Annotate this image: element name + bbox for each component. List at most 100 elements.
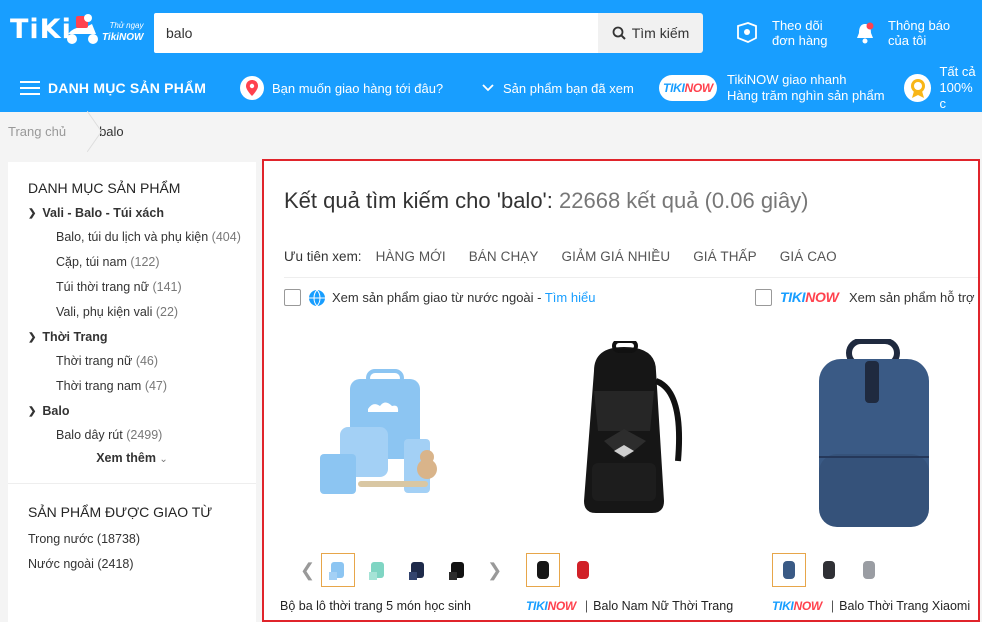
- chevron-left-icon[interactable]: ❮: [300, 560, 315, 581]
- learn-more-link[interactable]: Tìm hiểu: [545, 290, 596, 305]
- viewed-products-label: Sản phẩm bạn đã xem: [503, 80, 634, 96]
- category-group[interactable]: ❯ Vali - Balo - Túi xách: [28, 206, 256, 220]
- category-group[interactable]: ❯ Balo: [28, 404, 256, 418]
- quick-filters: Xem sản phẩm giao từ nước ngoài - Tìm hi…: [284, 289, 980, 309]
- sidebar-origin-title: SẢN PHẨM ĐƯỢC GIAO TỪ: [28, 504, 213, 520]
- category-item-label: Vali, phụ kiện vali: [56, 305, 153, 319]
- chevron-right-icon[interactable]: ❯: [487, 560, 502, 581]
- category-item-label: Thời trang nam: [56, 379, 142, 393]
- sort-option-bestselling[interactable]: BÁN CHẠY: [469, 249, 539, 264]
- breadcrumb: Trang chủ balo: [0, 112, 982, 150]
- categories-menu-button[interactable]: DANH MỤC SẢN PHẨM: [20, 64, 206, 112]
- breadcrumb-home[interactable]: Trang chủ: [0, 124, 66, 139]
- category-group-label: Balo: [42, 404, 70, 418]
- tikinow-promo[interactable]: Thử ngay TikiNOW: [102, 21, 143, 43]
- results-title-count: 22668 kết quả (0.06 giây): [559, 188, 809, 213]
- filter-sidebar: DANH MỤC SẢN PHẨM ❯ Vali - Balo - Túi xác…: [8, 162, 256, 622]
- product-thumbnail[interactable]: [852, 553, 886, 587]
- tikinow-filter-checkbox[interactable]: [755, 289, 772, 306]
- search-input[interactable]: [154, 13, 598, 53]
- category-item-count: (47): [144, 379, 168, 393]
- origin-filter-count: (2418): [97, 557, 134, 571]
- tikinow-nav-item[interactable]: TIKINOW TikiNOW giao nhanh Hàng trăm nghì…: [659, 64, 885, 112]
- tikinow-product-logo: TIKINOW: [526, 599, 576, 613]
- breadcrumb-current: balo: [99, 123, 124, 139]
- category-tree: ❯ Vali - Balo - Túi xách Balo, túi du lịc…: [8, 206, 256, 443]
- tikinow-product-logo-ti: TIKI: [772, 599, 794, 613]
- tikinow-filter-logo-ti: TIKI: [780, 289, 806, 305]
- category-item-count: (2499): [126, 428, 163, 442]
- product-name[interactable]: TIKINOW | Balo Nam Nữ Thời Trang: [526, 599, 733, 613]
- product-thumbnail[interactable]: [361, 553, 395, 587]
- origin-filter-item[interactable]: Nước ngoài (2418): [28, 557, 256, 571]
- product-thumbnail[interactable]: [441, 553, 475, 587]
- chevron-down-icon: ❯: [28, 331, 37, 343]
- origin-filter-list: Trong nước (18738) Nước ngoài (2418): [8, 532, 256, 571]
- origin-filter-label: Trong nước: [28, 532, 94, 546]
- category-item-count: (22): [155, 305, 179, 319]
- sort-option-price-low[interactable]: GIÁ THẤP: [693, 249, 757, 264]
- category-item-label: Cặp, túi nam: [56, 255, 127, 269]
- product-name[interactable]: Bộ ba lô thời trang 5 món học sinh: [280, 599, 471, 613]
- product-thumbnail[interactable]: [321, 553, 356, 587]
- product-thumbnail[interactable]: [812, 553, 846, 587]
- sort-option-newest[interactable]: HÀNG MỚI: [376, 249, 446, 264]
- category-item[interactable]: Thời trang nam (47): [28, 379, 256, 394]
- product-image: [819, 339, 929, 527]
- category-item-label: Túi thời trang nữ: [56, 280, 149, 294]
- results-title-query: Kết quả tìm kiếm cho 'balo':: [284, 188, 553, 213]
- category-item-label: Thời trang nữ: [56, 354, 133, 368]
- authentic-nav-line1: Tất cả: [939, 64, 976, 79]
- show-more-button[interactable]: Xem thêm ⌄: [8, 451, 256, 465]
- sort-option-discount[interactable]: GIẢM GIÁ NHIỀU: [562, 249, 671, 264]
- category-item-count: (141): [152, 280, 182, 294]
- category-item[interactable]: Balo, túi du lịch và phụ kiện (404): [28, 230, 256, 245]
- search-results-panel: Kết quả tìm kiếm cho 'balo': 22668 kết q…: [262, 159, 980, 622]
- search-button[interactable]: Tìm kiếm: [598, 13, 703, 53]
- tikinow-filter-logo-now: NOW: [805, 289, 839, 305]
- tikinow-product-logo: TIKINOW: [772, 599, 822, 613]
- foreign-filter-checkbox[interactable]: [284, 289, 301, 306]
- medal-icon: [904, 74, 932, 102]
- category-item[interactable]: Thời trang nữ (46): [28, 354, 256, 369]
- product-name-text: Balo Thời Trang Xiaomi: [839, 599, 971, 613]
- tikinow-badge-ti: TIKI: [663, 81, 685, 95]
- authentic-nav-line2: 100% c: [939, 80, 973, 111]
- product-thumbnail[interactable]: [526, 553, 560, 587]
- tikinow-badge-now: NOW: [684, 81, 714, 95]
- foreign-filter-text: Xem sản phẩm giao từ nước ngoài -: [332, 290, 545, 305]
- category-item[interactable]: Cặp, túi nam (122): [28, 255, 256, 270]
- product-thumbnail[interactable]: [566, 553, 600, 587]
- delivery-location-button[interactable]: Bạn muốn giao hàng tới đâu?: [240, 64, 443, 112]
- sort-option-price-high[interactable]: GIÁ CAO: [780, 249, 837, 264]
- category-nav: DANH MỤC SẢN PHẨM Bạn muốn giao hàng tới…: [0, 64, 982, 112]
- location-pin-icon: [240, 76, 264, 100]
- viewed-products-dropdown[interactable]: Sản phẩm bạn đã xem: [482, 64, 634, 112]
- hamburger-icon: [20, 81, 40, 95]
- notifications-link[interactable]: Thông báo của tôi: [854, 18, 950, 48]
- category-item[interactable]: Balo dây rút (2499): [28, 428, 256, 443]
- product-name-text: Bộ ba lô thời trang 5 món học sinh: [280, 599, 471, 613]
- category-item[interactable]: Túi thời trang nữ (141): [28, 280, 256, 295]
- scooter-icon: [67, 14, 98, 44]
- track-order-line1: Theo dõi: [772, 18, 823, 33]
- globe-icon: [309, 289, 325, 307]
- product-name[interactable]: TIKINOW | Balo Thời Trang Xiaomi: [772, 599, 970, 613]
- product-thumbnails: ❮ ❯: [294, 553, 508, 587]
- tikinow-filter-label: Xem sản phẩm hỗ trợ T: [849, 290, 980, 305]
- chevron-down-icon: [482, 84, 494, 92]
- track-order-link[interactable]: Theo dõi đơn hàng: [734, 18, 828, 48]
- product-thumbnail[interactable]: [401, 553, 435, 587]
- category-group[interactable]: ❯ Thời Trang: [28, 330, 256, 344]
- origin-filter-item[interactable]: Trong nước (18738): [28, 532, 256, 546]
- category-item[interactable]: Vali, phụ kiện vali (22): [28, 305, 256, 320]
- search-icon: [612, 26, 626, 40]
- authentic-nav-item[interactable]: Tất cả 100% c: [904, 64, 982, 112]
- chevron-down-icon: ⌄: [159, 454, 168, 465]
- product-thumbnails: [526, 553, 606, 587]
- product-image: [584, 341, 683, 513]
- chevron-down-icon: ❯: [28, 405, 37, 417]
- product-thumbnail[interactable]: [772, 553, 806, 587]
- notifications-line1: Thông báo: [888, 18, 951, 33]
- bell-icon: [857, 22, 874, 44]
